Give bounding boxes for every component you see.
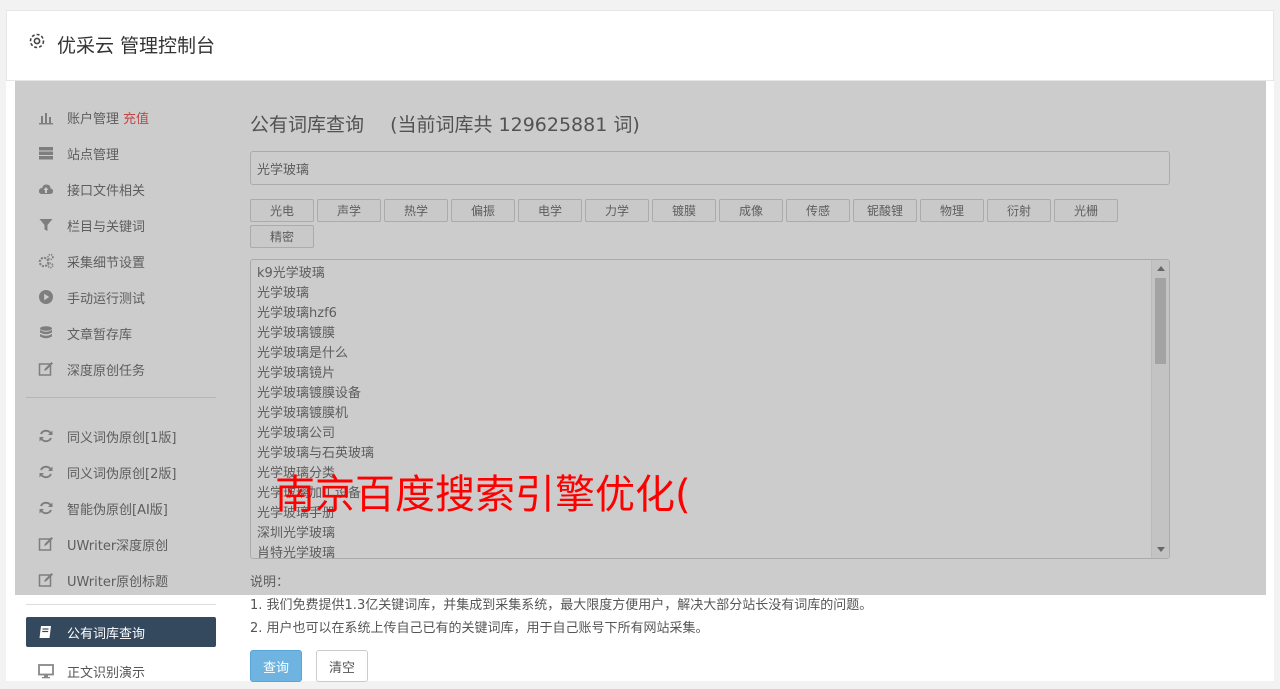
clear-button[interactable]: 清空	[316, 650, 369, 682]
sidebar-item-label: 正文识别演示	[67, 665, 146, 681]
header-bar: 优采云 管理控制台	[6, 10, 1274, 81]
console-title: 优采云 管理控制台	[57, 35, 216, 57]
monitor-icon	[38, 664, 54, 679]
query-button[interactable]: 查询	[250, 650, 303, 682]
sidebar-item-public-lexicon[interactable]: 公有词库查询	[26, 617, 216, 647]
gear-icon	[29, 33, 45, 49]
watermark-text: 南京百度搜索引擎优化(	[275, 472, 691, 518]
sidebar-item-text-recognition[interactable]: 正文识别演示	[26, 653, 216, 689]
notes-line: 2. 用户也可以在系统上传自己已有的关键词库，用于自己账号下所有网站采集。	[250, 621, 709, 636]
sidebar-divider	[26, 604, 216, 605]
sidebar-item-label: 公有词库查询	[67, 626, 146, 642]
book-icon	[39, 626, 51, 638]
action-buttons: 查询 清空	[250, 650, 1170, 682]
notes-line: 1. 我们免费提供1.3亿关键词库，并集成到采集系统，最大限度方便用户，解决大部…	[250, 598, 873, 613]
